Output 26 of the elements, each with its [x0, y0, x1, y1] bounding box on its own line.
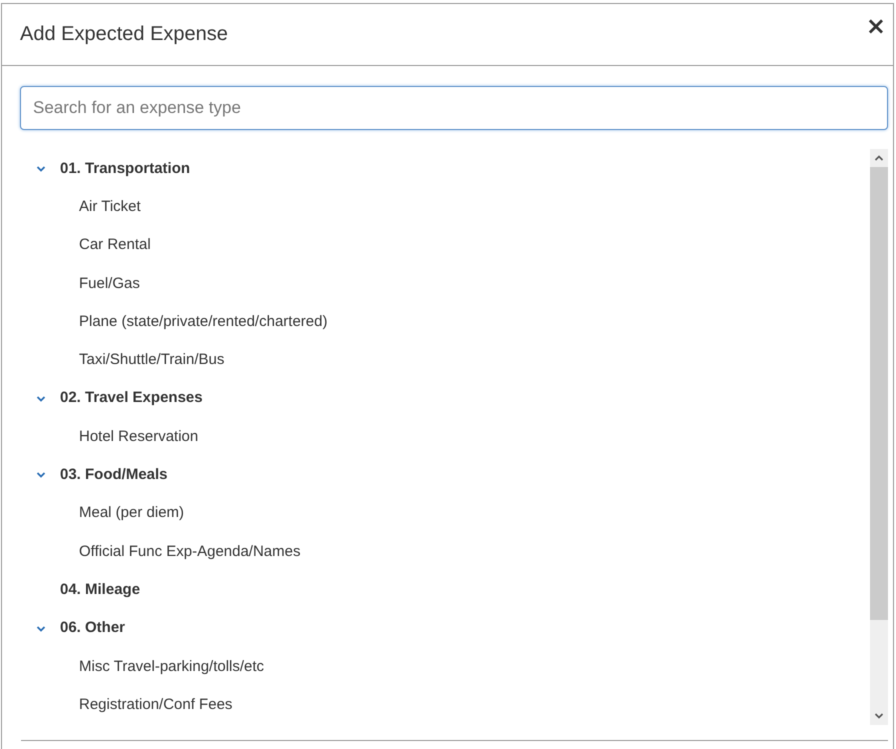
expense-type-item[interactable]: Taxi/Shuttle/Train/Bus: [79, 351, 224, 368]
scroll-down-icon[interactable]: [874, 712, 884, 720]
expense-type-item[interactable]: Misc Travel-parking/tolls/etc: [79, 658, 264, 674]
category-item[interactable]: 06. Other: [60, 619, 126, 636]
expense-type-item[interactable]: Fuel/Gas: [79, 274, 140, 292]
category-item[interactable]: 03. Food/Meals: [60, 466, 168, 484]
category-item[interactable]: 04. Mileage: [60, 580, 140, 598]
expense-type-item[interactable]: Plane (state/private/rented/chartered): [79, 312, 328, 330]
expense-type-item[interactable]: Hotel Reservation: [79, 428, 198, 445]
chevron-down-icon[interactable]: [36, 470, 46, 480]
close-button[interactable]: ×: [862, 16, 889, 36]
scrollbar[interactable]: [870, 149, 888, 725]
dialog-title: Add Expected Expense: [20, 23, 228, 46]
expense-type-item[interactable]: Registration/Conf Fees: [79, 696, 232, 713]
search-field[interactable]: Search for an expense type: [20, 86, 888, 130]
chevron-down-icon[interactable]: [36, 624, 46, 634]
expense-type-item[interactable]: Meal (per diem): [79, 504, 184, 522]
category-item[interactable]: 01. Transportation: [60, 160, 190, 177]
scrollbar-thumb[interactable]: [870, 167, 888, 620]
chevron-down-icon[interactable]: [36, 394, 46, 404]
category-item[interactable]: 02. Travel Expenses: [60, 389, 203, 406]
chevron-down-icon[interactable]: [36, 164, 46, 174]
expense-type-item[interactable]: Car Rental: [79, 236, 151, 254]
expense-type-item[interactable]: Air Ticket: [79, 198, 141, 215]
scroll-up-icon[interactable]: [874, 154, 884, 162]
expense-type-item[interactable]: Official Func Exp-Agenda/Names: [79, 542, 300, 560]
